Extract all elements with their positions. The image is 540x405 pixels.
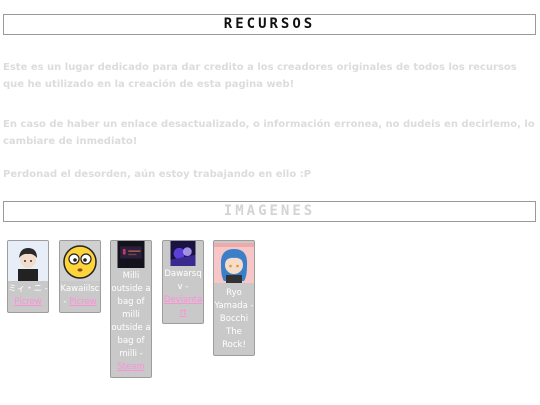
credit-caption: Dawarsqv - Deviantart xyxy=(163,269,203,318)
images-section-title: IMAGENES xyxy=(3,201,536,222)
steam-link[interactable]: Steam xyxy=(117,362,144,372)
credit-caption: Kawaiilsc - Picrew xyxy=(60,284,100,307)
intro-paragraph-wip: Perdonad el desorden, aún estoy trabajan… xyxy=(3,169,312,180)
credit-caption: Ryo Yamada - Bocchi The Rock! xyxy=(214,288,254,350)
intro-paragraph-errors: En caso de haber un enlace desactualizad… xyxy=(3,119,535,147)
resources-section-title: RECURSOS xyxy=(3,14,536,35)
avatar-dark-hair-image xyxy=(8,241,48,281)
credit-card: Kawaiilsc - Picrew xyxy=(59,240,101,313)
intro-paragraph-credits: Este es un lugar dedicado para dar credi… xyxy=(3,62,517,90)
yellow-emoji-image xyxy=(60,241,100,281)
credit-card: Ryo Yamada - Bocchi The Rock! xyxy=(213,240,255,356)
game-banner-image xyxy=(117,241,145,268)
credit-card: Dawarsqv - Deviantart xyxy=(162,240,204,324)
credit-caption: Milli outside a bag of milli outside a b… xyxy=(111,271,151,372)
anime-girl-image xyxy=(214,243,254,283)
deviantart-link[interactable]: Deviantart xyxy=(164,295,202,318)
picrew-link[interactable]: Picrew xyxy=(69,297,96,307)
credit-caption: ミィ・ニ - Picrew xyxy=(8,284,48,307)
credit-card: ミィ・ニ - Picrew xyxy=(7,240,49,313)
picrew-link[interactable]: Picrew xyxy=(14,297,41,307)
credit-card: Milli outside a bag of milli outside a b… xyxy=(110,240,152,378)
purple-artwork-image xyxy=(170,241,196,266)
